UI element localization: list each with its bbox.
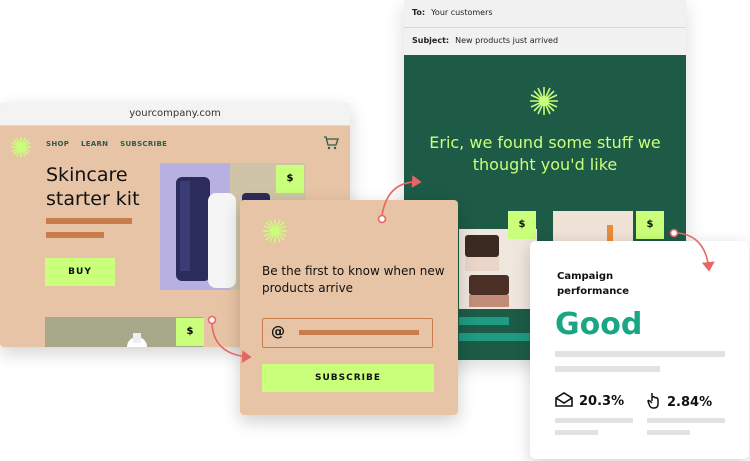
to-label: To: <box>412 8 426 17</box>
price-tag[interactable]: $ <box>508 211 536 239</box>
email-input[interactable]: @ <box>262 318 433 348</box>
click-rate-stat: 2.84% <box>647 392 712 410</box>
sun-logo-icon <box>263 219 287 243</box>
sun-logo-icon <box>11 137 31 157</box>
nav-learn[interactable]: LEARN <box>81 140 108 148</box>
text-placeholder <box>555 366 660 372</box>
performance-rating: Good <box>555 307 643 342</box>
text-placeholder <box>647 418 725 423</box>
text-placeholder <box>46 232 104 238</box>
email-subject: Subject: New products just arrived <box>412 36 558 45</box>
signup-form: Be the first to know when new products a… <box>240 200 458 415</box>
envelope-open-icon <box>555 392 573 407</box>
email-greeting: Eric, we found some stuff we thought you… <box>429 133 661 174</box>
price-tag[interactable]: $ <box>276 165 304 193</box>
cart-icon[interactable] <box>323 136 339 150</box>
cursor-hand-icon <box>647 393 659 409</box>
at-icon: @ <box>271 324 285 340</box>
url-bar[interactable]: yourcompany.com <box>0 103 350 126</box>
signup-title: Be the first to know when new products a… <box>262 264 445 295</box>
price-tag-2[interactable]: $ <box>176 318 204 346</box>
text-placeholder <box>647 430 690 435</box>
buy-button[interactable]: BUY <box>45 258 115 286</box>
nav-subscribe[interactable]: SUBSCRIBE <box>120 140 167 148</box>
email-to: To: Your customers <box>412 8 493 17</box>
click-rate-value: 2.84% <box>667 395 713 410</box>
price-tag[interactable]: $ <box>636 211 664 239</box>
open-rate-stat: 20.3% <box>555 392 624 409</box>
performance-title: Campaign performance <box>557 271 630 297</box>
nav-shop[interactable]: SHOP <box>46 140 69 148</box>
sun-logo-icon <box>530 87 558 115</box>
text-placeholder <box>555 351 725 357</box>
to-value[interactable]: Your customers <box>431 8 492 17</box>
jars-illustration <box>459 229 537 309</box>
input-placeholder-bar <box>299 330 419 335</box>
divider <box>404 27 686 28</box>
text-placeholder <box>459 317 509 325</box>
text-placeholder <box>555 430 598 435</box>
product-jars-image[interactable] <box>459 229 537 309</box>
subscribe-button[interactable]: SUBSCRIBE <box>262 364 434 392</box>
text-placeholder <box>555 418 633 423</box>
open-rate-value: 20.3% <box>579 394 625 409</box>
product-heading: Skincare starter kit <box>46 164 140 210</box>
subject-label: Subject: <box>412 36 450 45</box>
subject-value[interactable]: New products just arrived <box>455 36 558 45</box>
campaign-performance-card: Campaign performance Good 20.3% 2.84% <box>530 241 749 459</box>
text-placeholder <box>459 333 537 341</box>
site-nav: SHOP LEARN SUBSCRIBE <box>46 140 176 148</box>
text-placeholder <box>46 218 132 224</box>
email-header: To: Your customers Subject: New products j… <box>404 0 686 55</box>
